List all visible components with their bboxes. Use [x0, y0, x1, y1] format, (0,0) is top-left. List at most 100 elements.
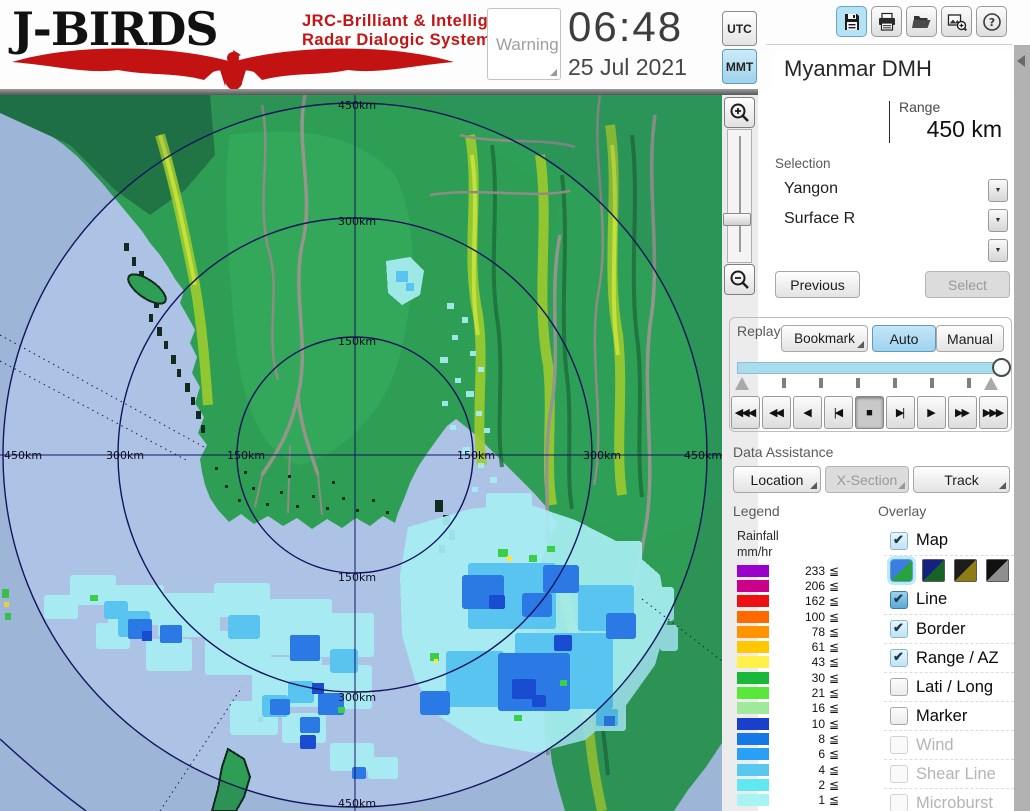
legend-row: 10≦: [737, 716, 862, 731]
legend-value: 2: [773, 778, 825, 792]
xsection-corner-icon: [898, 482, 905, 489]
play-reverse-button[interactable]: ◀: [793, 396, 822, 429]
chevron-down-icon[interactable]: ▼: [988, 239, 1008, 262]
map-checkbox[interactable]: ✔: [890, 532, 908, 550]
marker-checkbox[interactable]: [890, 707, 908, 725]
border-checkbox[interactable]: ✔: [890, 620, 908, 638]
line-checkbox[interactable]: ✔: [890, 591, 908, 609]
legend-color-swatch: [737, 718, 769, 730]
range-box: Range 450 km: [775, 96, 1010, 148]
step-back-button[interactable]: |◀: [824, 396, 853, 429]
range-divider: [889, 101, 890, 143]
overlay-row-border: ✔Border: [884, 614, 1014, 643]
print-button[interactable]: [871, 6, 902, 37]
dropdown-value: Surface R: [784, 210, 855, 228]
play-button[interactable]: ▶: [917, 396, 946, 429]
replay-slider-handle[interactable]: [992, 358, 1011, 377]
dropdown-value: Yangon: [784, 180, 838, 198]
jump-start-button[interactable]: ◀◀◀: [731, 396, 760, 429]
fast-rewind-button[interactable]: ◀◀: [762, 396, 791, 429]
legend-color-swatch: [737, 672, 769, 684]
open-folder-button[interactable]: [906, 6, 937, 37]
manual-mode-button[interactable]: Manual: [936, 325, 1004, 352]
range-label-450km: 450km: [684, 449, 722, 462]
range-az-checkbox[interactable]: ✔: [890, 649, 908, 667]
slider-tick: [819, 378, 823, 388]
bookmark-button[interactable]: Bookmark: [781, 325, 868, 352]
fast-forward-button[interactable]: ▶▶: [948, 396, 977, 429]
legend-value: 100: [773, 610, 825, 624]
map-style-swatch-2[interactable]: [922, 559, 945, 582]
selection-dropdown-1[interactable]: Yangon ▼: [775, 177, 1010, 204]
range-az-label: Range / AZ: [916, 649, 999, 668]
previous-button[interactable]: Previous: [775, 271, 860, 298]
warning-button-label: Warning: [496, 35, 559, 55]
clock-time: 06:48: [568, 3, 683, 51]
magnifier-plus-icon: [729, 102, 751, 124]
location-button[interactable]: Location: [733, 466, 821, 493]
wind-checkbox: [890, 736, 908, 754]
legend-color-swatch: [737, 779, 769, 791]
panel-collapse-strip[interactable]: [1014, 45, 1030, 811]
legend-label: Legend: [733, 503, 780, 519]
zoom-out-button[interactable]: [724, 264, 755, 295]
warning-corner-icon: [550, 69, 557, 76]
range-label-150km: 150km: [227, 449, 265, 462]
help-button[interactable]: ?: [976, 6, 1007, 37]
legend-color-swatch: [737, 748, 769, 760]
lati-long-checkbox[interactable]: [890, 678, 908, 696]
jump-end-button[interactable]: ▶▶▶: [979, 396, 1008, 429]
chevron-down-icon[interactable]: ▼: [988, 179, 1008, 202]
selection-dropdown-2[interactable]: Surface R ▼: [775, 207, 1010, 234]
replay-slider-bar[interactable]: [737, 362, 1002, 374]
legend-row: 61≦: [737, 639, 862, 654]
selection-label: Selection: [775, 156, 831, 171]
eagle-logo-icon: [8, 40, 460, 89]
rainfall-legend: 233≦206≦162≦100≦78≦61≦43≦30≦21≦16≦10≦8≦6…: [737, 563, 862, 808]
map-style-swatch-1[interactable]: [890, 559, 913, 582]
map-label: Map: [916, 531, 948, 550]
slider-tick: [782, 378, 786, 388]
timezone-utc-button[interactable]: UTC: [722, 11, 757, 46]
add-image-button[interactable]: [941, 6, 972, 37]
legend-operator: ≦: [829, 778, 839, 792]
slider-start-marker[interactable]: [735, 377, 749, 390]
warning-button[interactable]: Warning: [487, 8, 561, 80]
auto-mode-button[interactable]: Auto: [872, 325, 936, 352]
save-icon: [842, 12, 862, 32]
slider-end-marker[interactable]: [984, 377, 998, 390]
zoom-in-button[interactable]: [724, 97, 755, 128]
range-label-450km: 450km: [338, 99, 376, 112]
legend-color-swatch: [737, 656, 769, 668]
timezone-mmt-button[interactable]: MMT: [722, 49, 757, 84]
slider-tick: [856, 378, 860, 388]
legend-operator: ≦: [829, 671, 839, 685]
legend-value: 16: [773, 701, 825, 715]
chevron-down-icon[interactable]: ▼: [988, 209, 1008, 232]
location-corner-icon: [810, 482, 817, 489]
range-label-300km: 300km: [338, 691, 376, 704]
map-style-swatch-3[interactable]: [954, 559, 977, 582]
legend-operator: ≦: [829, 686, 839, 700]
legend-color-swatch: [737, 626, 769, 638]
save-button[interactable]: [836, 6, 867, 37]
selection-dropdown-3[interactable]: ▼: [775, 237, 1010, 264]
microburst-label: Microburst: [916, 794, 993, 811]
bookmark-label: Bookmark: [794, 331, 855, 346]
map-style-swatch-4[interactable]: [986, 559, 1009, 582]
toolbar: ?: [836, 6, 1007, 37]
track-button[interactable]: Track: [913, 466, 1010, 493]
legend-row: 100≦: [737, 609, 862, 624]
zoom-slider-rail: [739, 136, 741, 252]
zoom-slider-handle[interactable]: [723, 213, 751, 226]
radar-map[interactable]: 450km300km150km150km300km450km450km300km…: [0, 95, 722, 811]
step-forward-button[interactable]: ▶|: [886, 396, 915, 429]
legend-row: 4≦: [737, 762, 862, 777]
legend-color-swatch: [737, 611, 769, 623]
legend-row: 43≦: [737, 655, 862, 670]
zoom-slider-track[interactable]: [727, 129, 752, 263]
stop-button[interactable]: ■: [855, 396, 884, 429]
logo-subtitle-line1: JRC-Brilliant & Intelligent: [302, 12, 514, 31]
overlay-row-marker: Marker: [884, 701, 1014, 730]
collapse-arrow-icon[interactable]: [1017, 55, 1025, 67]
